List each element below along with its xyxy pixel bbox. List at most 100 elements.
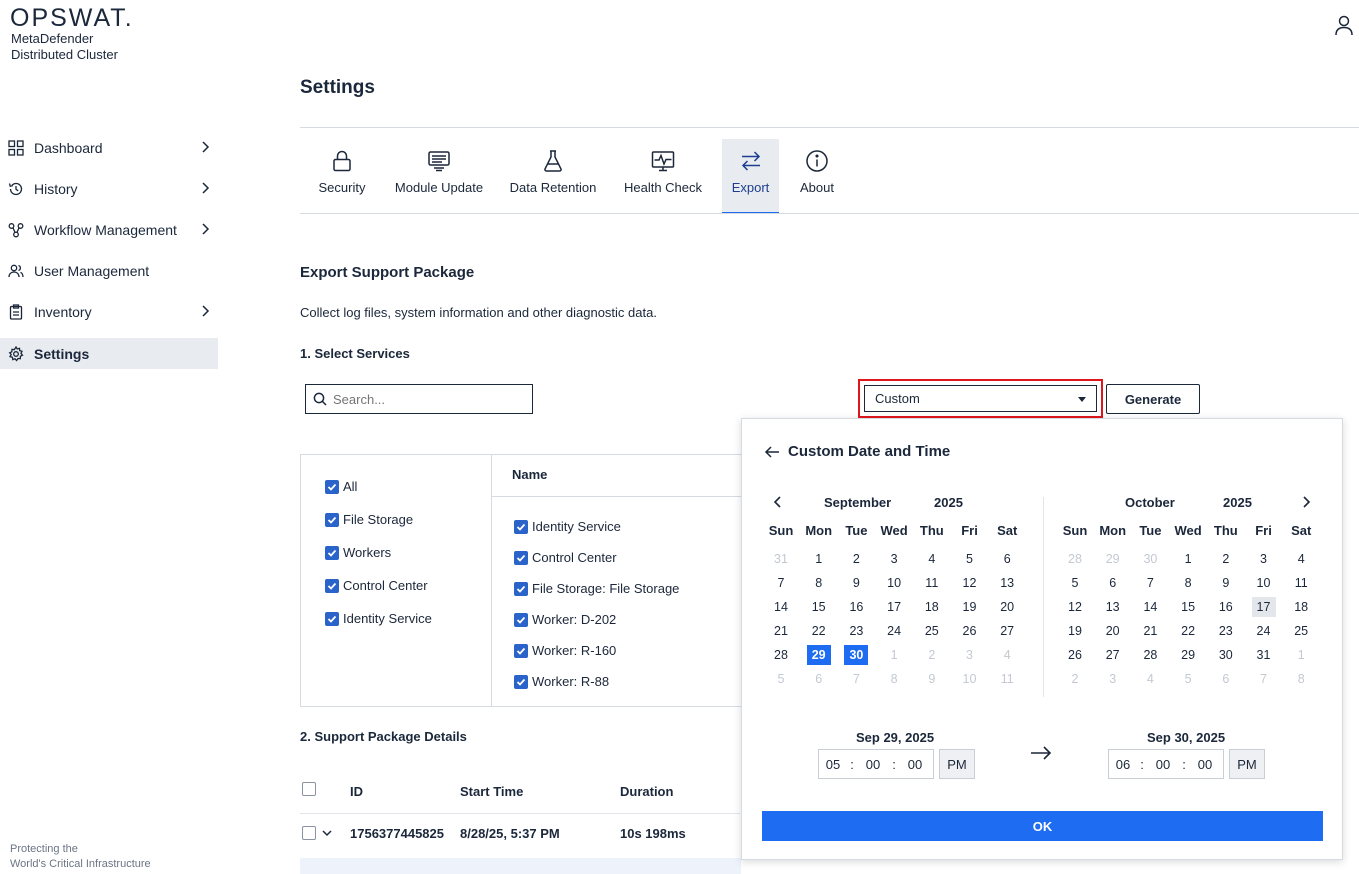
calendar-day[interactable]: 8 xyxy=(807,573,831,593)
calendar-day[interactable]: 25 xyxy=(920,621,944,641)
chevron-down-icon[interactable] xyxy=(322,829,332,837)
tab-module-update[interactable]: Module Update xyxy=(392,139,486,214)
checkbox[interactable] xyxy=(325,545,339,560)
calendar-day[interactable]: 16 xyxy=(1214,597,1238,617)
calendar-day[interactable]: 14 xyxy=(769,597,793,617)
service-search[interactable] xyxy=(305,384,533,414)
calendar-day[interactable]: 11 xyxy=(995,669,1019,689)
calendar-day[interactable]: 6 xyxy=(995,549,1019,569)
tab-export[interactable]: Export xyxy=(722,139,779,214)
calendar-day[interactable]: 9 xyxy=(844,573,868,593)
sidebar-item-settings[interactable]: Settings xyxy=(0,338,218,369)
time-range-select[interactable]: Custom xyxy=(864,385,1097,412)
calendar-day[interactable]: 8 xyxy=(1176,573,1200,593)
calendar-day[interactable]: 6 xyxy=(1101,573,1125,593)
calendar-day[interactable]: 3 xyxy=(1252,549,1276,569)
start-hour[interactable]: 05 xyxy=(819,757,847,772)
start-time-input[interactable]: 05: 00: 00 xyxy=(818,749,934,779)
calendar-day[interactable]: 16 xyxy=(844,597,868,617)
calendar-day[interactable]: 21 xyxy=(769,621,793,641)
end-second[interactable]: 00 xyxy=(1189,757,1221,772)
calendar-day[interactable]: 26 xyxy=(1063,645,1087,665)
left-month-name[interactable]: September xyxy=(824,495,891,510)
calendar-day[interactable]: 2 xyxy=(920,645,944,665)
calendar-day[interactable]: 3 xyxy=(882,549,906,569)
service-group-checkbox[interactable]: All xyxy=(325,479,357,494)
calendar-day[interactable]: 29 xyxy=(1101,549,1125,569)
calendar-day[interactable]: 23 xyxy=(1214,621,1238,641)
arrow-left-icon[interactable] xyxy=(764,445,780,459)
calendar-day[interactable]: 12 xyxy=(958,573,982,593)
calendar-day[interactable]: 31 xyxy=(1252,645,1276,665)
calendar-day[interactable]: 7 xyxy=(769,573,793,593)
prev-month-icon[interactable] xyxy=(772,495,784,509)
calendar-day[interactable]: 7 xyxy=(1252,669,1276,689)
calendar-day[interactable]: 22 xyxy=(807,621,831,641)
sidebar-item-inventory[interactable]: Inventory xyxy=(0,296,218,327)
calendar-day[interactable]: 30 xyxy=(1214,645,1238,665)
calendar-day[interactable]: 5 xyxy=(1176,669,1200,689)
calendar-day[interactable]: 4 xyxy=(1289,549,1313,569)
checkbox[interactable] xyxy=(514,674,528,689)
service-group-checkbox[interactable]: Identity Service xyxy=(325,611,432,626)
checkbox[interactable] xyxy=(514,581,528,596)
tab-about[interactable]: About xyxy=(797,139,837,214)
calendar-day[interactable]: 12 xyxy=(1063,597,1087,617)
calendar-day[interactable]: 8 xyxy=(882,669,906,689)
sidebar-item-user-management[interactable]: User Management xyxy=(0,255,218,286)
calendar-day[interactable]: 23 xyxy=(844,621,868,641)
calendar-day[interactable]: 6 xyxy=(1214,669,1238,689)
end-ampm-toggle[interactable]: PM xyxy=(1229,749,1265,779)
calendar-day[interactable]: 28 xyxy=(1063,549,1087,569)
calendar-day[interactable]: 1 xyxy=(807,549,831,569)
calendar-day[interactable]: 21 xyxy=(1138,621,1162,641)
calendar-day[interactable]: 5 xyxy=(1063,573,1087,593)
calendar-day[interactable]: 9 xyxy=(920,669,944,689)
calendar-day[interactable]: 18 xyxy=(1289,597,1313,617)
sidebar-item-workflow-management[interactable]: Workflow Management xyxy=(0,214,218,245)
checkbox[interactable] xyxy=(514,550,528,565)
calendar-day[interactable]: 22 xyxy=(1176,621,1200,641)
checkbox[interactable] xyxy=(325,578,339,593)
tab-health-check[interactable]: Health Check xyxy=(620,139,706,214)
end-hour[interactable]: 06 xyxy=(1109,757,1137,772)
calendar-day[interactable]: 4 xyxy=(1138,669,1162,689)
calendar-day[interactable]: 13 xyxy=(995,573,1019,593)
calendar-day[interactable]: 4 xyxy=(995,645,1019,665)
sidebar-item-history[interactable]: History xyxy=(0,173,218,204)
calendar-day[interactable]: 24 xyxy=(1252,621,1276,641)
calendar-day[interactable]: 11 xyxy=(1289,573,1313,593)
generate-button[interactable]: Generate xyxy=(1106,384,1200,414)
service-checkbox[interactable]: Worker: D-202 xyxy=(514,612,616,627)
checkbox[interactable] xyxy=(325,512,339,527)
calendar-day[interactable]: 4 xyxy=(920,549,944,569)
calendar-day[interactable]: 25 xyxy=(1289,621,1313,641)
calendar-day-selected[interactable]: 29 xyxy=(806,645,831,665)
start-second[interactable]: 00 xyxy=(899,757,931,772)
calendar-day[interactable]: 5 xyxy=(769,669,793,689)
checkbox[interactable] xyxy=(325,611,339,626)
calendar-day[interactable]: 9 xyxy=(1214,573,1238,593)
calendar-day[interactable]: 15 xyxy=(1176,597,1200,617)
calendar-day[interactable]: 27 xyxy=(995,621,1019,641)
service-checkbox[interactable]: Control Center xyxy=(514,550,617,565)
right-year[interactable]: 2025 xyxy=(1223,495,1252,510)
calendar-day[interactable]: 13 xyxy=(1101,597,1125,617)
calendar-day[interactable]: 10 xyxy=(882,573,906,593)
calendar-day[interactable]: 15 xyxy=(807,597,831,617)
calendar-day[interactable]: 20 xyxy=(1101,621,1125,641)
end-time-input[interactable]: 06: 00: 00 xyxy=(1108,749,1224,779)
user-icon[interactable] xyxy=(1334,14,1354,36)
calendar-day[interactable]: 3 xyxy=(958,645,982,665)
right-month-name[interactable]: October xyxy=(1125,495,1175,510)
calendar-day[interactable]: 5 xyxy=(958,549,982,569)
search-input[interactable] xyxy=(333,391,523,407)
calendar-day[interactable]: 2 xyxy=(1063,669,1087,689)
calendar-day[interactable]: 10 xyxy=(958,669,982,689)
calendar-day[interactable]: 28 xyxy=(769,645,793,665)
calendar-day[interactable]: 3 xyxy=(1101,669,1125,689)
calendar-day[interactable]: 8 xyxy=(1289,669,1313,689)
service-checkbox[interactable]: Worker: R-160 xyxy=(514,643,616,658)
calendar-day[interactable]: 27 xyxy=(1101,645,1125,665)
calendar-day[interactable]: 19 xyxy=(1063,621,1087,641)
